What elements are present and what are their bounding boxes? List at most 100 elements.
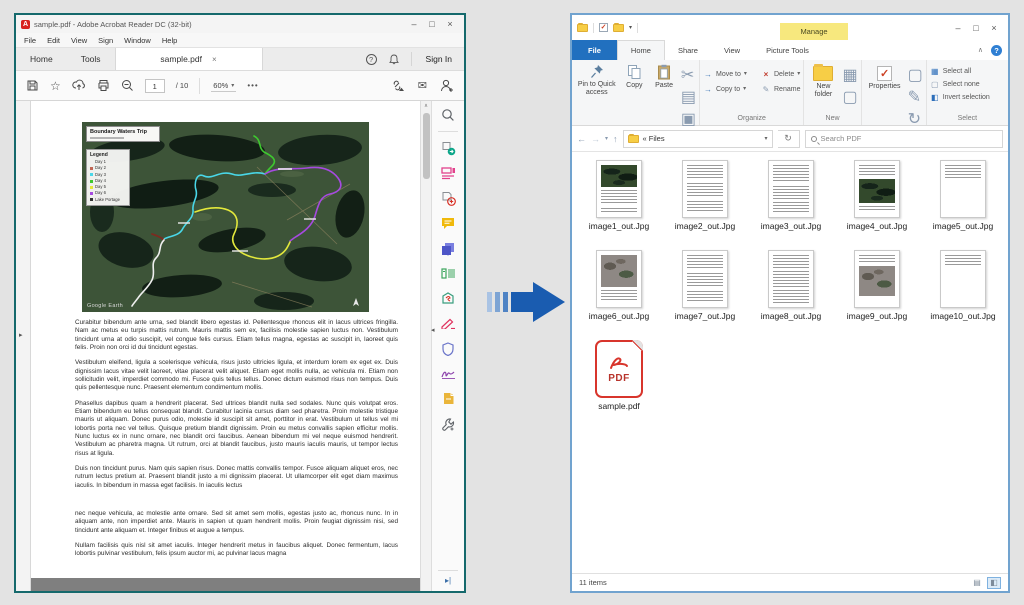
move-to-button[interactable]: → Move to ▾ [703, 69, 755, 80]
share-upload-icon[interactable] [72, 79, 86, 92]
document-scrollbar[interactable]: ∧ [420, 101, 431, 591]
explorer-help-icon[interactable]: ? [991, 44, 1002, 56]
zoom-level-select[interactable]: 60% ▾ [211, 80, 237, 92]
notification-bell-icon[interactable] [388, 54, 399, 65]
tab-home[interactable]: Home [616, 40, 665, 60]
save-icon[interactable] [26, 79, 39, 92]
tab-home[interactable]: Home [16, 48, 67, 70]
copy-path-icon[interactable]: ▤ [681, 87, 696, 107]
search-document-icon[interactable] [440, 106, 457, 123]
file-item[interactable]: image8_out.Jpg [748, 250, 834, 338]
search-box[interactable] [804, 129, 1003, 148]
file-item[interactable]: image6_out.Jpg [576, 250, 662, 338]
tab-view[interactable]: View [711, 40, 753, 60]
delete-button[interactable]: × Delete ▾ [761, 69, 801, 80]
properties-button[interactable]: ✓ Properties [865, 63, 905, 92]
paste-button[interactable]: Paste [650, 63, 678, 91]
file-item[interactable]: image5_out.Jpg [920, 160, 1006, 248]
file-item[interactable]: image4_out.Jpg [834, 160, 920, 248]
address-input[interactable]: « Files ▾ [622, 129, 773, 148]
protect-icon[interactable] [440, 340, 457, 357]
select-none-button[interactable]: ▢ Select none [930, 79, 980, 90]
send-link-icon[interactable] [390, 79, 405, 92]
email-icon[interactable]: ✉ [418, 79, 427, 92]
collapse-pane-icon[interactable]: ◂ [431, 326, 435, 334]
navigation-pane-strip[interactable]: ▸ [16, 101, 31, 591]
more-tools-icon[interactable] [440, 415, 457, 432]
menu-edit[interactable]: Edit [47, 36, 60, 45]
export-pdf-icon[interactable] [440, 140, 457, 157]
menu-window[interactable]: Window [124, 36, 151, 45]
tab-picture-tools[interactable]: Picture Tools [753, 40, 822, 60]
menu-sign[interactable]: Sign [98, 36, 113, 45]
favorite-star-icon[interactable]: ☆ [50, 80, 61, 92]
help-icon[interactable]: ? [365, 53, 377, 65]
tab-share[interactable]: Share [665, 40, 711, 60]
scroll-up-icon[interactable]: ∧ [424, 101, 428, 109]
edit-icon[interactable]: ✎ [908, 87, 923, 107]
cut-icon[interactable]: ✂ [681, 65, 696, 85]
comment-icon[interactable] [440, 215, 457, 232]
file-item[interactable]: image9_out.Jpg [834, 250, 920, 338]
account-icon[interactable] [440, 79, 454, 92]
new-folder-quick-icon[interactable] [613, 22, 624, 32]
menu-view[interactable]: View [71, 36, 87, 45]
tab-tools[interactable]: Tools [67, 48, 115, 70]
combine-files-icon[interactable] [440, 240, 457, 257]
back-icon[interactable]: ← [577, 134, 586, 144]
manage-contextual-tab[interactable]: Manage [780, 23, 848, 40]
up-icon[interactable]: ↑ [613, 134, 618, 144]
more-tools-button[interactable]: ••• [247, 81, 258, 90]
zoom-out-icon[interactable] [121, 79, 134, 92]
edit-pdf-icon[interactable] [440, 165, 457, 182]
sign-in-button[interactable]: Sign In [410, 52, 452, 66]
file-item[interactable]: image3_out.Jpg [748, 160, 834, 248]
folder-icon[interactable] [577, 22, 588, 32]
large-icons-view-icon[interactable]: ◧ [987, 576, 1001, 589]
file-item[interactable]: image1_out.Jpg [576, 160, 662, 248]
create-pdf-icon[interactable] [440, 190, 457, 207]
pin-to-quick-access-button[interactable]: Pin to Quick access [575, 63, 618, 98]
certificates-icon[interactable] [440, 365, 457, 382]
refresh-button[interactable]: ↻ [777, 129, 800, 148]
close-document-icon[interactable]: × [212, 55, 217, 64]
open-icon[interactable]: ▢ [908, 65, 923, 85]
file-item[interactable]: PDF sample.pdf [576, 340, 662, 428]
forward-icon[interactable]: → [591, 134, 600, 144]
minimize-button[interactable]: – [949, 23, 967, 33]
close-button[interactable]: × [441, 19, 459, 29]
copy-button[interactable]: Copy [621, 63, 647, 91]
menu-help[interactable]: Help [162, 36, 177, 45]
customize-qat-icon[interactable]: ▾ [629, 24, 632, 31]
pdf-page[interactable]: Boundary Waters Trip Legend Day 1 Day 2 … [31, 101, 420, 578]
open-pane-icon[interactable]: ▸| [445, 576, 451, 585]
expand-nav-pane-icon[interactable]: ▸ [19, 331, 23, 339]
maximize-button[interactable]: □ [423, 19, 441, 29]
chevron-down-icon[interactable]: ▾ [765, 135, 768, 142]
fill-and-sign-icon[interactable] [440, 315, 457, 332]
easy-access-icon[interactable]: ▦ [842, 65, 857, 85]
compress-pdf-icon[interactable] [440, 290, 457, 307]
properties-quick-icon[interactable]: ✓ [599, 23, 608, 32]
organize-pages-icon[interactable] [440, 265, 457, 282]
stamp-icon[interactable] [440, 390, 457, 407]
copy-to-button[interactable]: → Copy to ▾ [703, 84, 755, 95]
minimize-ribbon-icon[interactable]: ∧ [978, 46, 983, 54]
tab-document[interactable]: sample.pdf × [114, 48, 263, 70]
invert-selection-button[interactable]: ◧ Invert selection [930, 92, 990, 103]
new-item-icon[interactable]: ▢ [842, 87, 857, 107]
select-all-button[interactable]: ▦ Select all [930, 66, 971, 77]
menu-file[interactable]: File [24, 36, 36, 45]
new-folder-button[interactable]: New folder [807, 63, 839, 100]
search-input[interactable] [820, 134, 997, 143]
recent-locations-icon[interactable]: ▾ [605, 135, 608, 142]
file-item[interactable]: image7_out.Jpg [662, 250, 748, 338]
tab-file[interactable]: File [572, 40, 617, 60]
file-item[interactable]: image10_out.Jpg [920, 250, 1006, 338]
maximize-button[interactable]: □ [967, 23, 985, 33]
minimize-button[interactable]: – [405, 19, 423, 29]
page-number-input[interactable]: 1 [144, 78, 165, 93]
file-item[interactable]: image2_out.Jpg [662, 160, 748, 248]
rename-button[interactable]: ✎ Rename [761, 84, 801, 95]
details-view-icon[interactable]: ▤ [970, 577, 984, 589]
